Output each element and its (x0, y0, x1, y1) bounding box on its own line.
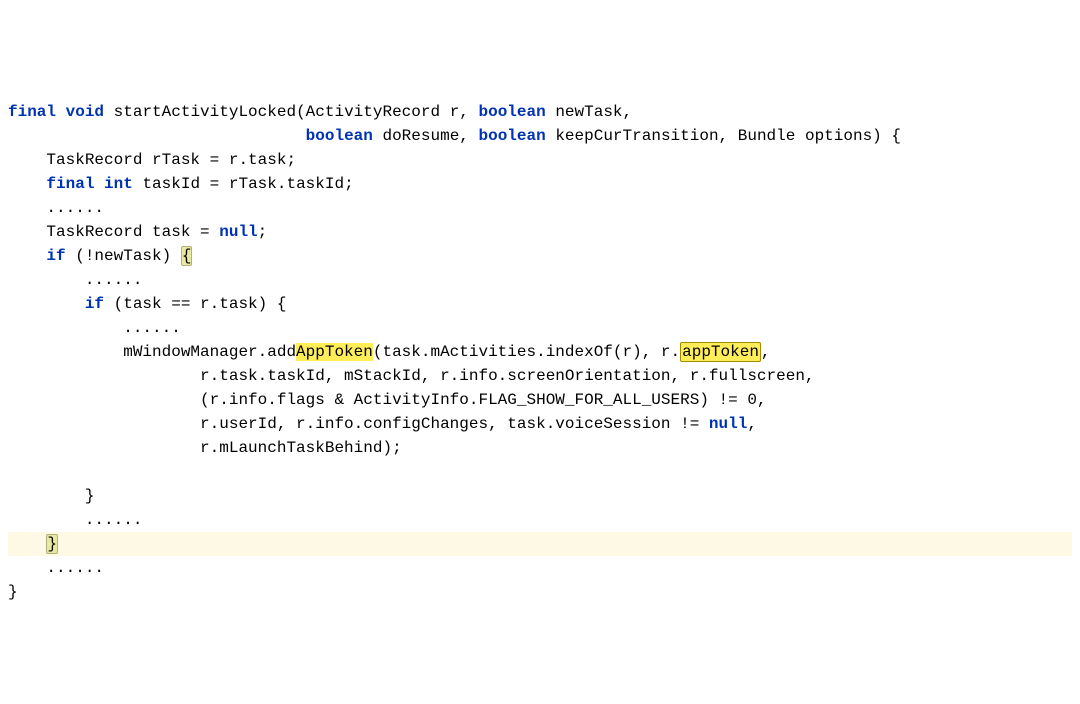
keyword-boolean: boolean (479, 103, 546, 121)
keyword-null: null (709, 415, 747, 433)
code-text: ...... (8, 319, 181, 337)
code-text: newTask, (546, 103, 632, 121)
code-line-18: ...... (8, 511, 142, 529)
code-line-1: final void startActivityLocked(ActivityR… (8, 103, 632, 121)
keyword-boolean: boolean (306, 127, 373, 145)
code-text (8, 127, 306, 145)
code-text: ...... (8, 199, 104, 217)
keyword-void: void (66, 103, 104, 121)
code-line-7: if (!newTask) { (8, 246, 192, 266)
code-text: ...... (8, 559, 104, 577)
code-text: mWindowManager.add (8, 343, 296, 361)
code-text: } (8, 583, 18, 601)
code-text: ...... (8, 511, 142, 529)
code-text: (r.info.flags & ActivityInfo.FLAG_SHOW_F… (8, 391, 767, 409)
code-text: , (747, 415, 757, 433)
highlight-apptoken-field: appToken (680, 342, 761, 362)
code-line-12: r.task.taskId, mStackId, r.info.screenOr… (8, 367, 815, 385)
code-text: keepCurTransition, Bundle options) { (546, 127, 901, 145)
highlight-apptoken-method: AppToken (296, 343, 373, 361)
code-line-19-highlighted: } (8, 532, 1072, 556)
code-line-2: boolean doResume, boolean keepCurTransit… (8, 127, 901, 145)
keyword-if: if (46, 247, 65, 265)
code-line-21: } (8, 583, 18, 601)
code-line-14: r.userId, r.info.configChanges, task.voi… (8, 415, 757, 433)
code-text: ; (258, 223, 268, 241)
code-text: r.userId, r.info.configChanges, task.voi… (8, 415, 709, 433)
code-text: r.task.taskId, mStackId, r.info.screenOr… (8, 367, 815, 385)
code-line-17: } (8, 487, 94, 505)
keyword-int: int (104, 175, 133, 193)
brace-close-match: } (46, 534, 58, 554)
code-line-3: TaskRecord rTask = r.task; (8, 151, 296, 169)
code-line-11: mWindowManager.addAppToken(task.mActivit… (8, 342, 771, 362)
code-text: (!newTask) (66, 247, 181, 265)
code-text: TaskRecord task = (8, 223, 219, 241)
code-line-6: TaskRecord task = null; (8, 223, 267, 241)
code-line-5: ...... (8, 199, 104, 217)
code-line-15: r.mLaunchTaskBehind); (8, 439, 402, 457)
code-line-8: ...... (8, 271, 142, 289)
keyword-final: final (8, 103, 56, 121)
code-line-10: ...... (8, 319, 181, 337)
keyword-null: null (219, 223, 257, 241)
code-text: ...... (8, 271, 142, 289)
code-text: startActivityLocked(ActivityRecord r, (104, 103, 478, 121)
brace-open-match: { (181, 246, 193, 266)
code-text: } (8, 487, 94, 505)
code-line-13: (r.info.flags & ActivityInfo.FLAG_SHOW_F… (8, 391, 767, 409)
code-line-4: final int taskId = rTask.taskId; (8, 175, 354, 193)
code-text: doResume, (373, 127, 479, 145)
code-text: , (761, 343, 771, 361)
code-text (8, 175, 46, 193)
code-line-9: if (task == r.task) { (8, 295, 286, 313)
code-text: taskId = rTask.taskId; (133, 175, 354, 193)
code-text: (task.mActivities.indexOf(r), r. (373, 343, 680, 361)
code-line-20: ...... (8, 559, 104, 577)
code-text: TaskRecord rTask = r.task; (8, 151, 296, 169)
keyword-boolean: boolean (479, 127, 546, 145)
code-text (94, 175, 104, 193)
code-text (8, 295, 85, 313)
code-text (8, 535, 46, 553)
keyword-final: final (46, 175, 94, 193)
code-text: r.mLaunchTaskBehind); (8, 439, 402, 457)
code-text (8, 247, 46, 265)
keyword-if: if (85, 295, 104, 313)
code-text: (task == r.task) { (104, 295, 286, 313)
